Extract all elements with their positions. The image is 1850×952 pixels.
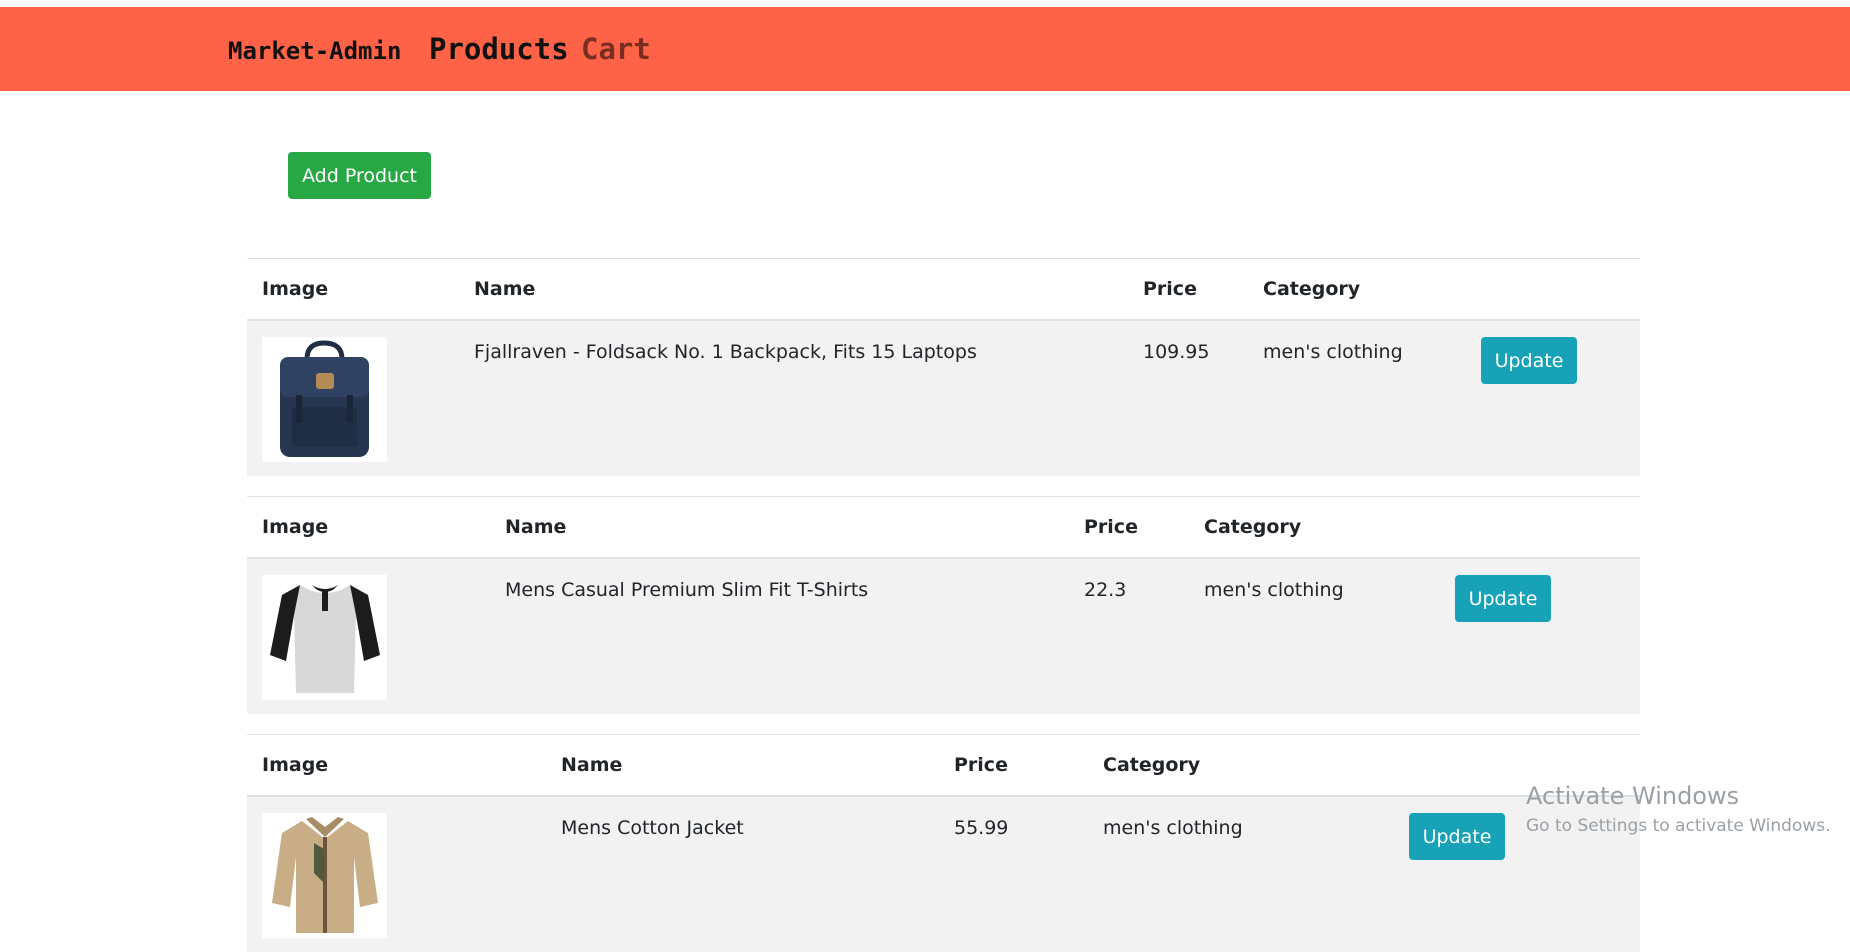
update-button[interactable]: Update	[1455, 575, 1551, 622]
header-image: Image	[262, 278, 329, 300]
table-header-row: Image Name Price Category	[247, 734, 1640, 797]
jacket-image	[262, 813, 387, 938]
header-price: Price	[1084, 516, 1138, 538]
product-table: Image Name Price Category Mens Cotton Ja…	[247, 734, 1640, 952]
product-name: Mens Cotton Jacket	[561, 817, 744, 839]
update-button[interactable]: Update	[1481, 337, 1577, 384]
tshirt-image	[262, 575, 387, 700]
table-row: Mens Casual Premium Slim Fit T-Shirts 22…	[247, 559, 1640, 714]
product-table: Image Name Price Category Mens Casual Pr…	[247, 496, 1640, 714]
product-category: men's clothing	[1103, 817, 1243, 839]
header-category: Category	[1103, 754, 1201, 776]
watermark-title: Activate Windows	[1526, 782, 1740, 810]
activate-windows-watermark: Activate Windows Go to Settings to activ…	[1526, 782, 1831, 836]
header-name: Name	[561, 754, 623, 776]
watermark-subtitle: Go to Settings to activate Windows.	[1526, 816, 1831, 836]
header-category: Category	[1204, 516, 1302, 538]
header-name: Name	[505, 516, 567, 538]
product-price: 55.99	[954, 817, 1009, 839]
table-row: Mens Cotton Jacket 55.99 men's clothing …	[247, 797, 1640, 952]
product-category: men's clothing	[1204, 579, 1344, 601]
brand-link[interactable]: Market-Admin	[228, 37, 401, 65]
header-price: Price	[954, 754, 1008, 776]
header-name: Name	[474, 278, 536, 300]
update-button[interactable]: Update	[1409, 813, 1505, 860]
header-price: Price	[1143, 278, 1197, 300]
product-table: Image Name Price Category Fjallraven - F…	[247, 258, 1640, 476]
backpack-image	[262, 337, 387, 462]
product-name: Fjallraven - Foldsack No. 1 Backpack, Fi…	[474, 341, 977, 363]
top-navbar: Market-Admin Products Cart	[0, 7, 1850, 91]
nav-link-cart[interactable]: Cart	[581, 32, 651, 66]
nav-link-products[interactable]: Products	[429, 32, 569, 66]
product-price: 22.3	[1084, 579, 1127, 601]
add-product-button[interactable]: Add Product	[288, 152, 431, 199]
product-price: 109.95	[1143, 341, 1210, 363]
product-name: Mens Casual Premium Slim Fit T-Shirts	[505, 579, 869, 601]
table-header-row: Image Name Price Category	[247, 496, 1640, 559]
table-header-row: Image Name Price Category	[247, 258, 1640, 321]
header-image: Image	[262, 754, 329, 776]
product-category: men's clothing	[1263, 341, 1403, 363]
header-image: Image	[262, 516, 329, 538]
header-category: Category	[1263, 278, 1361, 300]
table-row: Fjallraven - Foldsack No. 1 Backpack, Fi…	[247, 321, 1640, 476]
